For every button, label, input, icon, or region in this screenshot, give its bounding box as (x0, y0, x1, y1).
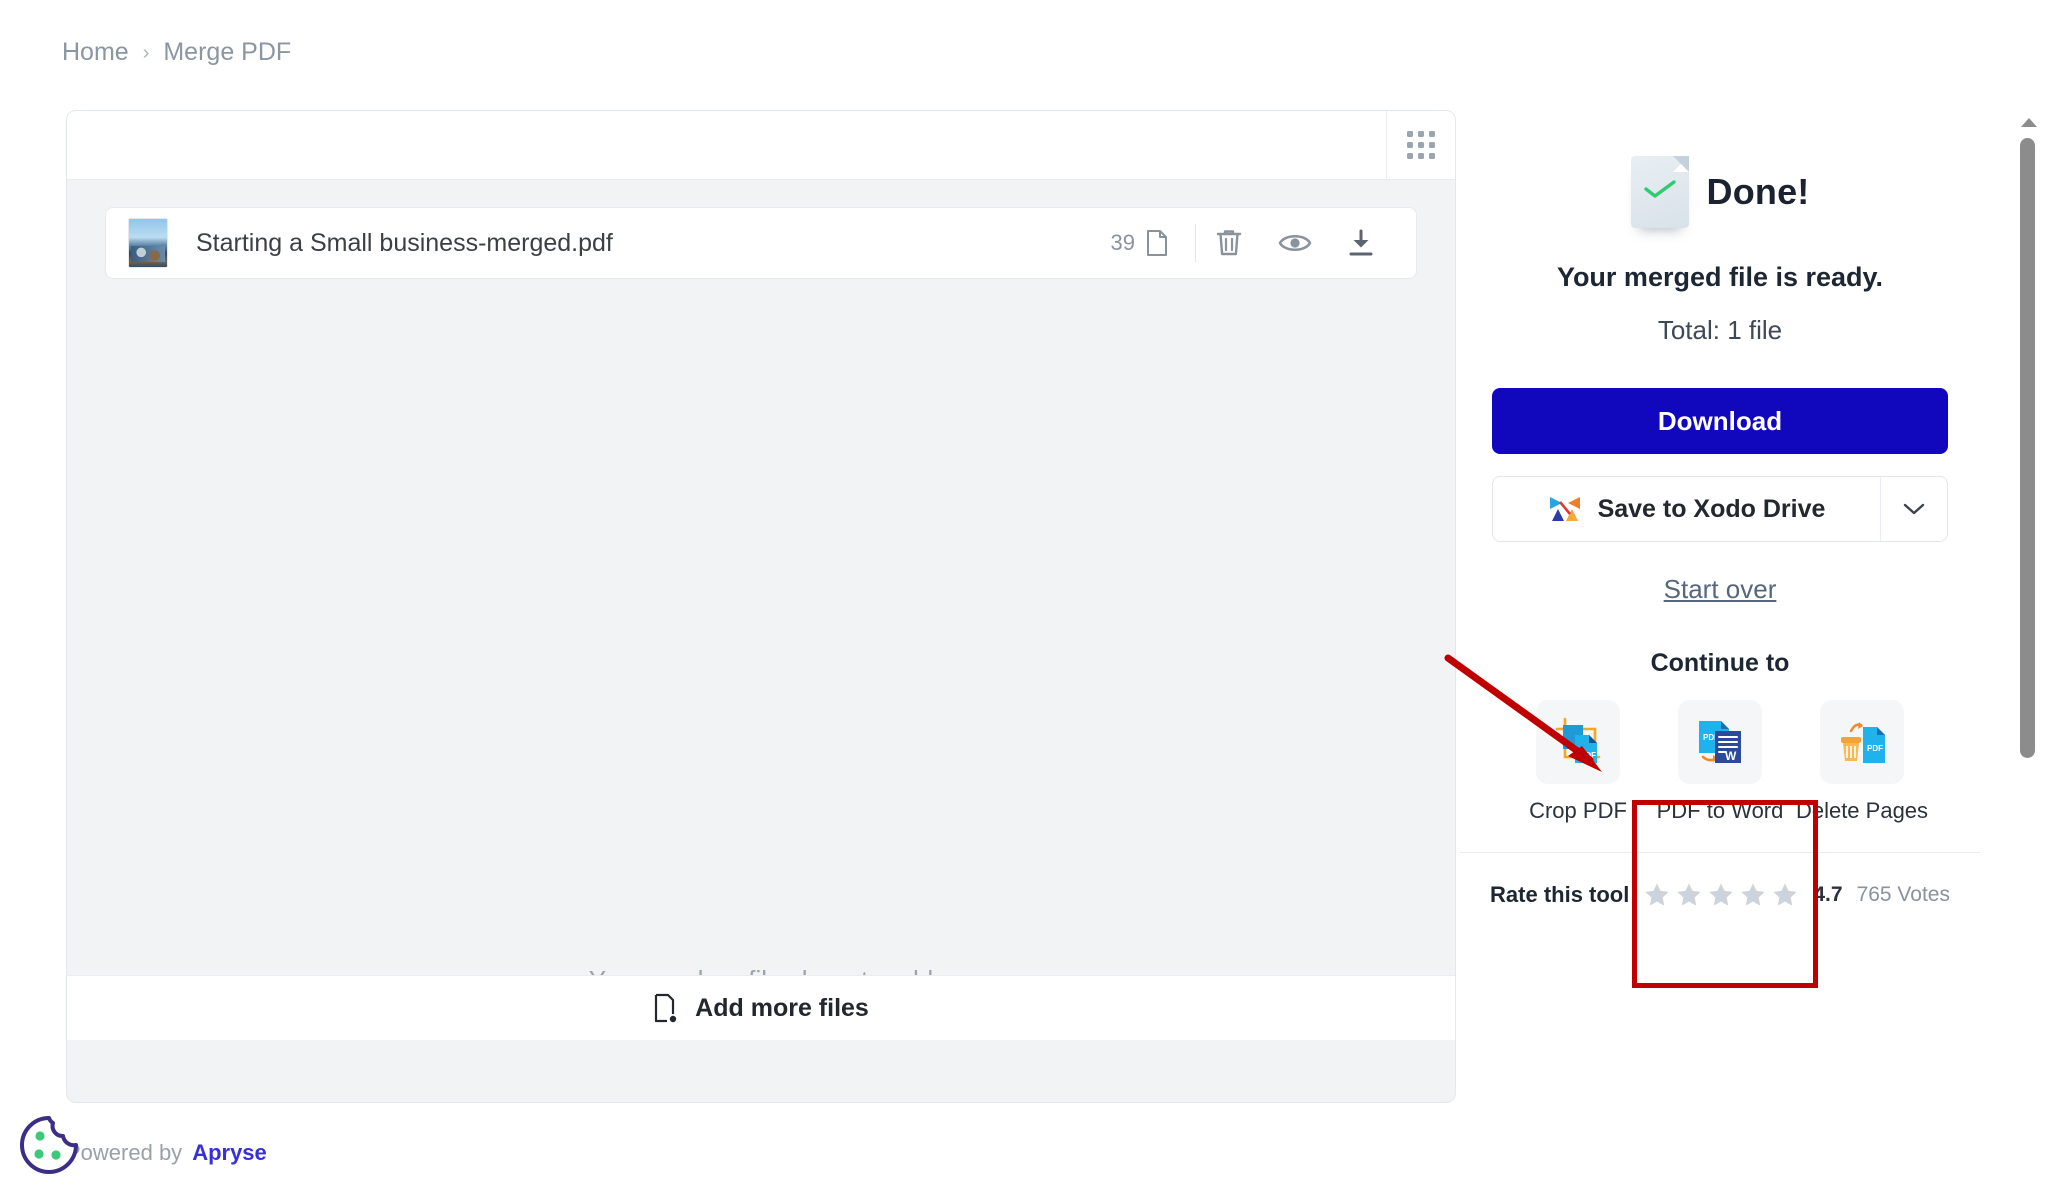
done-title: Done! (1706, 171, 1810, 212)
breadcrumb: Home › Merge PDF (62, 38, 291, 67)
trash-icon (1216, 230, 1242, 256)
preview-file-button[interactable] (1262, 217, 1328, 269)
pdf-to-word-icon-box: PDF W (1678, 700, 1762, 784)
star-icon[interactable] (1707, 881, 1735, 909)
add-more-files-label: Add more files (695, 993, 869, 1022)
star-icon[interactable] (1739, 881, 1767, 909)
grid-view-button[interactable] (1387, 111, 1455, 179)
tool-crop-pdf[interactable]: PDF Crop PDF (1518, 700, 1638, 824)
eye-icon (1278, 234, 1312, 252)
page-root: Home › Merge PDF Starting a Small busine… (0, 0, 2048, 1188)
document-check-icon (1630, 156, 1689, 228)
delete-pages-icon-box: PDF (1820, 700, 1904, 784)
rating-votes: 765 Votes (1856, 883, 1950, 906)
total-files-message: Total: 1 file (1657, 315, 1783, 345)
add-more-files-button[interactable]: Add more files (67, 975, 1455, 1040)
tool-pdf-to-word-label: PDF to Word (1656, 798, 1784, 823)
rate-tool-row: Rate this tool 4.7 765 Votes (1460, 881, 1980, 909)
file-actions: 39 (1111, 217, 1394, 269)
save-to-xodo-drive-label: Save to Xodo Drive (1597, 494, 1826, 523)
page-scrollbar[interactable] (2018, 118, 2040, 778)
breadcrumb-current[interactable]: Merge PDF (163, 38, 291, 67)
page-count-value: 39 (1110, 230, 1135, 255)
page-count: 39 (1111, 229, 1195, 257)
scroll-up-arrow-icon[interactable] (2021, 118, 2037, 127)
pdf-page-thumbnail (128, 218, 168, 268)
result-panel: Done! Your merged file is ready. Total: … (1460, 108, 1980, 1108)
tool-delete-pages[interactable]: PDF Delete Pages (1796, 700, 1928, 824)
rating-stars[interactable] (1643, 881, 1799, 909)
breadcrumb-home[interactable]: Home (62, 38, 129, 67)
continue-to-heading: Continue to (1650, 649, 1790, 677)
document-fold (1672, 156, 1689, 172)
ready-message: Your merged file is ready. (1556, 262, 1884, 292)
grid-icon (1407, 131, 1435, 159)
pdf-to-word-icon: PDF W (1699, 721, 1741, 763)
star-icon[interactable] (1771, 881, 1799, 909)
star-icon[interactable] (1675, 881, 1703, 909)
powered-by-label: Powered by (66, 1140, 183, 1165)
tool-crop-pdf-label: Crop PDF (1529, 798, 1627, 823)
xodo-logo-icon (1549, 497, 1580, 521)
download-button[interactable]: Download (1492, 388, 1948, 454)
chevron-down-icon (1903, 503, 1925, 515)
apryse-brand-link[interactable]: Apryse (192, 1140, 267, 1166)
page-icon (1147, 230, 1167, 256)
download-file-button[interactable] (1328, 217, 1394, 269)
save-to-xodo-drive-main[interactable]: Save to Xodo Drive (1493, 477, 1880, 541)
file-plus-icon (655, 993, 677, 1023)
footer: Powered by Apryse (66, 1140, 267, 1166)
svg-text:PDF: PDF (1580, 751, 1596, 760)
start-over-link[interactable]: Start over (1460, 574, 1980, 605)
check-icon (1643, 180, 1676, 198)
delete-file-button[interactable] (1196, 217, 1262, 269)
xodo-dropdown-button[interactable] (1880, 477, 1947, 541)
file-drop-area[interactable]: Starting a Small business-merged.pdf 39 (67, 180, 1455, 1040)
tool-pdf-to-word[interactable]: PDF W PDF to Word (1657, 700, 1783, 824)
file-panel-toolbar (67, 111, 1455, 180)
breadcrumb-separator-icon: › (142, 41, 150, 64)
panel-divider (1460, 852, 1980, 853)
rating-value: 4.7 (1813, 883, 1843, 906)
file-list-item[interactable]: Starting a Small business-merged.pdf 39 (105, 207, 1417, 279)
continue-to-tools: PDF Crop PDF PDF W PDF to Word PDF Delet… (1460, 700, 1980, 824)
delete-pages-icon: PDF (1841, 722, 1885, 763)
download-icon (1349, 229, 1373, 256)
crop-pdf-icon: PDF (1555, 717, 1601, 767)
save-to-xodo-drive-button[interactable]: Save to Xodo Drive (1492, 476, 1948, 542)
tool-delete-pages-label: Delete Pages (1795, 798, 1929, 823)
svg-text:W: W (1725, 749, 1737, 763)
file-name: Starting a Small business-merged.pdf (196, 228, 613, 257)
scrollbar-thumb[interactable] (2020, 138, 2035, 758)
svg-text:PDF: PDF (1867, 744, 1883, 753)
rate-tool-label: Rate this tool (1490, 882, 1630, 907)
done-header: Done! (1460, 156, 1980, 228)
file-panel: Starting a Small business-merged.pdf 39 (66, 110, 1456, 1103)
star-icon[interactable] (1643, 881, 1671, 909)
cookie-consent-icon[interactable] (18, 1114, 80, 1176)
crop-pdf-icon-box: PDF (1536, 700, 1620, 784)
